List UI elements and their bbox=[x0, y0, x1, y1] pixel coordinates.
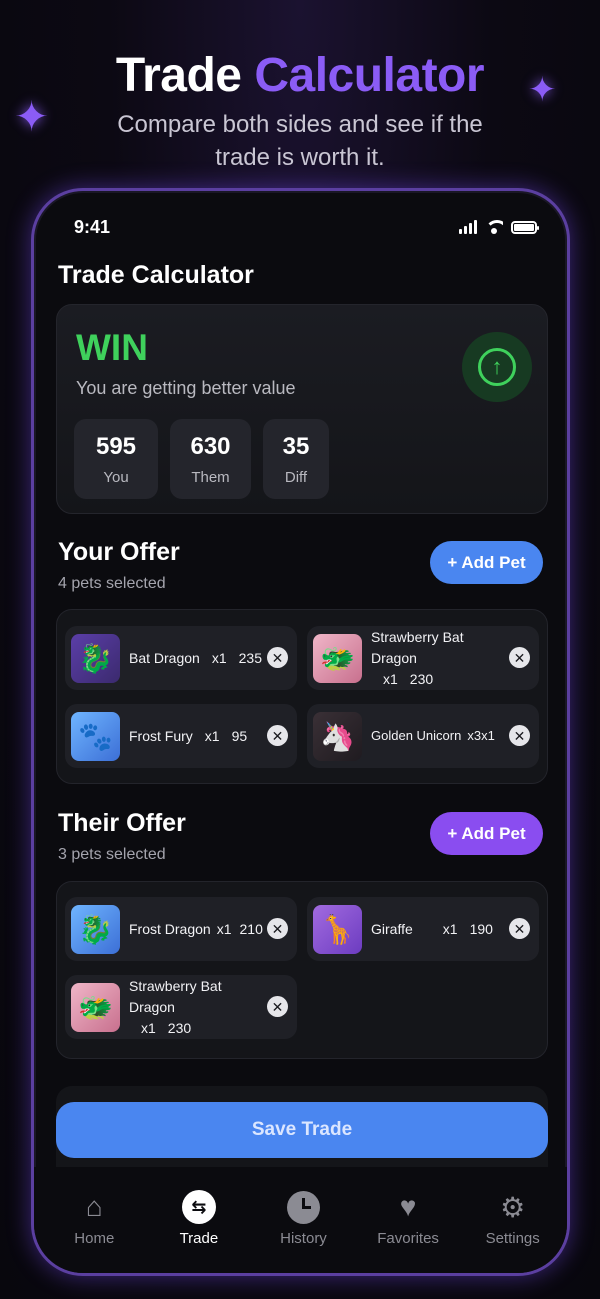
pet-name: Strawberry Bat Dragon bbox=[129, 977, 222, 1015]
tab-favorites[interactable]: ♥ Favorites bbox=[363, 1189, 453, 1247]
their-offer-count: 3 pets selected bbox=[58, 846, 166, 863]
hero-title: Trade Calculator bbox=[0, 48, 600, 103]
remove-pet-button[interactable]: ✕ bbox=[509, 918, 530, 939]
save-trade-button[interactable]: Save Trade bbox=[56, 1102, 548, 1158]
pet-card[interactable]: 🦄 Golden Unicorn x3 x1 ✕ bbox=[307, 704, 539, 768]
heart-icon: ♥ bbox=[399, 1191, 417, 1222]
your-offer-panel: 🐉 Bat Dragon x1 235 ✕ 🐲 Strawberry Bat D… bbox=[56, 609, 548, 784]
pet-card[interactable]: 🐲 Strawberry Bat Dragon x1 230 ✕ bbox=[65, 975, 297, 1039]
stat-value: 35 bbox=[282, 432, 310, 460]
result-card: WIN You are getting better value ↑ 595 Y… bbox=[56, 304, 548, 514]
verdict-message: You are getting better value bbox=[76, 378, 296, 398]
tab-label: Favorites bbox=[377, 1230, 439, 1247]
strawberry-bat-dragon-icon: 🐲 bbox=[313, 633, 362, 683]
stat-diff: 35 Diff bbox=[263, 419, 329, 499]
stat-value: 595 bbox=[95, 432, 137, 460]
phone-frame: 9:41 Trade Calculator WIN You are gettin… bbox=[31, 188, 570, 1276]
golden-unicorn-icon: 🦄 bbox=[313, 711, 362, 761]
pet-name: Golden Unicorn bbox=[371, 728, 462, 743]
your-offer-count: 4 pets selected bbox=[58, 575, 166, 592]
remove-pet-button[interactable]: ✕ bbox=[509, 725, 530, 746]
remove-pet-button[interactable]: ✕ bbox=[267, 725, 288, 746]
frost-dragon-icon: 🐉 bbox=[71, 904, 120, 954]
pet-value: 95 bbox=[231, 727, 248, 744]
tab-settings[interactable]: ⚙ Settings bbox=[468, 1189, 558, 1248]
tab-home[interactable]: ⌂ Home bbox=[49, 1189, 139, 1247]
pet-name: Bat Dragon bbox=[129, 649, 200, 666]
pet-qty: x1 bbox=[481, 728, 495, 743]
tab-bar: ⌂ Home ⇆ Trade History ♥ Favorites ⚙ Set… bbox=[34, 1167, 567, 1273]
screen-title: Trade Calculator bbox=[58, 261, 254, 289]
pet-name: Strawberry Bat Dragon bbox=[371, 628, 464, 666]
their-offer-panel: 🐉 Frost Dragon x1 210 ✕ 🦒 Giraffe x1 190… bbox=[56, 881, 548, 1059]
giraffe-icon: 🦒 bbox=[313, 904, 362, 954]
strawberry-bat-dragon-icon: 🐲 bbox=[71, 982, 120, 1032]
trade-icon: ⇆ bbox=[181, 1190, 216, 1224]
tab-label: History bbox=[280, 1230, 327, 1247]
pet-name: Frost Dragon bbox=[129, 920, 211, 937]
status-bar: 9:41 bbox=[74, 215, 539, 239]
stat-label: You bbox=[103, 468, 129, 486]
tab-label: Settings bbox=[485, 1230, 540, 1247]
their-offer-title: Their Offer bbox=[58, 809, 186, 837]
pet-qty: x1 bbox=[216, 920, 232, 937]
gear-icon: ⚙ bbox=[500, 1191, 526, 1223]
hero-title-main: Trade bbox=[115, 49, 242, 102]
remove-pet-button[interactable]: ✕ bbox=[267, 918, 288, 939]
status-icons bbox=[459, 220, 539, 234]
pet-card[interactable]: 🐲 Strawberry Bat Dragon x1 230 ✕ bbox=[307, 626, 539, 690]
pet-value: 235 bbox=[238, 649, 262, 666]
pet-name: Giraffe bbox=[371, 920, 413, 937]
stat-them: 630 Them bbox=[170, 419, 251, 499]
hero-subtitle: Compare both sides and see if the trade … bbox=[117, 111, 483, 171]
status-time: 9:41 bbox=[74, 216, 111, 237]
stat-value: 630 bbox=[190, 432, 231, 460]
clock-icon bbox=[286, 1190, 320, 1224]
pet-card[interactable]: 🐉 Bat Dragon x1 235 ✕ bbox=[65, 626, 297, 690]
their-add-pet-button[interactable]: + Add Pet bbox=[430, 812, 543, 855]
pet-value: 190 bbox=[469, 920, 493, 937]
tab-trade[interactable]: ⇆ Trade bbox=[154, 1189, 244, 1247]
battery-icon bbox=[511, 220, 539, 234]
bat-dragon-icon: 🐉 bbox=[71, 633, 120, 683]
tab-label: Home bbox=[74, 1230, 115, 1247]
signal-icon bbox=[459, 220, 477, 234]
frost-fury-icon: 🐾 bbox=[71, 711, 120, 761]
pet-value: 230 bbox=[167, 1019, 192, 1036]
verdict-label: WIN bbox=[76, 327, 148, 368]
hero-title-accent: Calculator bbox=[254, 49, 485, 102]
pet-qty: x1 bbox=[383, 670, 398, 687]
stat-label: Diff bbox=[284, 468, 308, 486]
remove-pet-button[interactable]: ✕ bbox=[267, 647, 288, 668]
pet-card[interactable]: 🐉 Frost Dragon x1 210 ✕ bbox=[65, 897, 297, 961]
your-offer-title: Your Offer bbox=[58, 538, 180, 566]
remove-pet-button[interactable]: ✕ bbox=[509, 647, 530, 668]
stats-row: 595 You 630 Them 35 Diff bbox=[74, 419, 329, 499]
home-icon: ⌂ bbox=[85, 1191, 103, 1222]
wifi-icon bbox=[485, 220, 503, 234]
pet-value: 210 bbox=[239, 920, 263, 937]
pet-qty: x1 bbox=[442, 920, 458, 937]
pet-qty: x1 bbox=[211, 649, 227, 666]
pet-name: Frost Fury bbox=[129, 727, 193, 744]
pet-card[interactable]: 🐾 Frost Fury x1 95 ✕ bbox=[65, 704, 297, 768]
stat-you: 595 You bbox=[74, 419, 158, 499]
pet-value: x3 bbox=[467, 728, 482, 743]
your-add-pet-button[interactable]: + Add Pet bbox=[430, 541, 543, 584]
tab-history[interactable]: History bbox=[258, 1189, 348, 1247]
arrow-up-icon: ↑ bbox=[462, 332, 532, 402]
pet-qty: x1 bbox=[204, 727, 220, 744]
pet-value: 230 bbox=[409, 670, 434, 687]
remove-pet-button[interactable]: ✕ bbox=[267, 996, 288, 1017]
pet-qty: x1 bbox=[141, 1019, 156, 1036]
stat-label: Them bbox=[191, 468, 230, 486]
tab-label: Trade bbox=[179, 1230, 219, 1247]
pet-card[interactable]: 🦒 Giraffe x1 190 ✕ bbox=[307, 897, 539, 961]
